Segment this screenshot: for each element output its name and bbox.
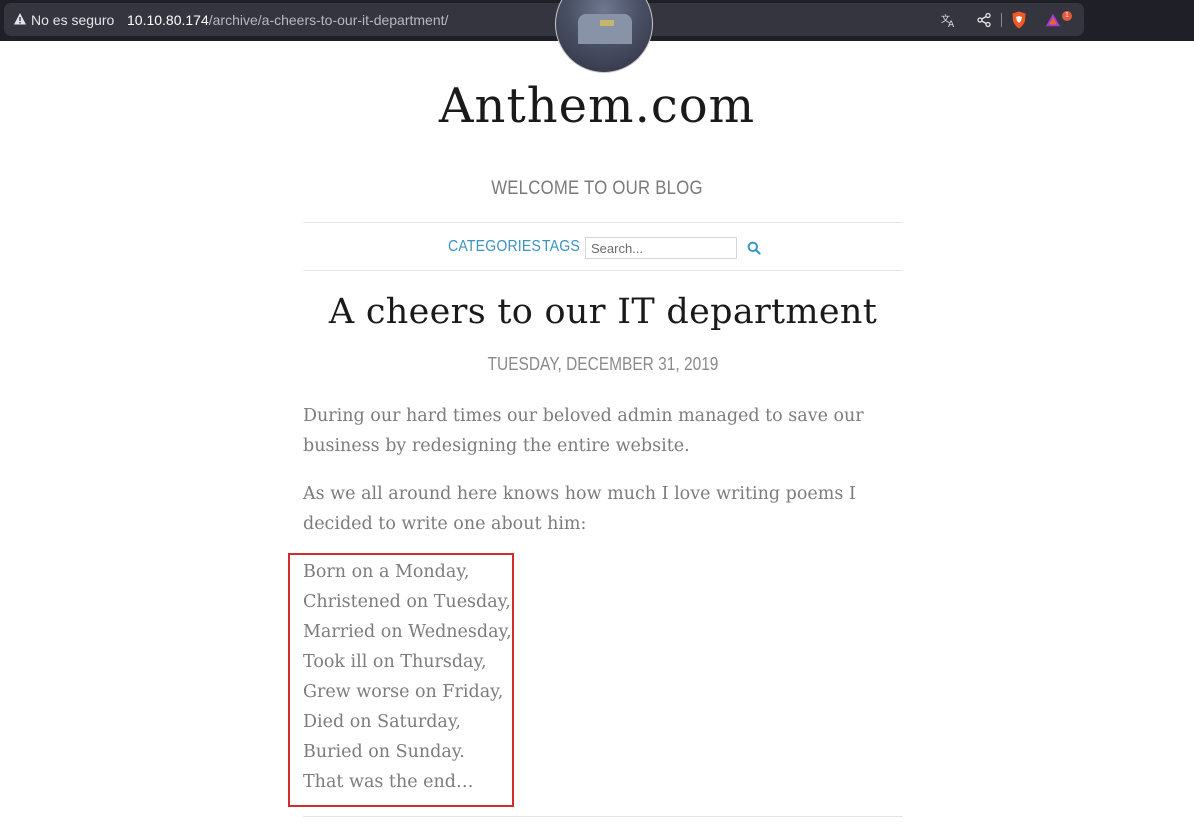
poem-line: Took ill on Thursday, [303,652,487,672]
url-host: 10.10.80.174 [127,12,209,28]
poem-line: Born on a Monday, [303,562,470,582]
post-title: A cheers to our IT department [328,292,878,332]
share-icon[interactable] [976,12,992,28]
poem-line: That was the end… [303,772,474,792]
svg-text:A: A [948,20,955,28]
toolbar-separator [1001,13,1002,27]
security-status-label[interactable]: No es seguro [31,12,114,28]
post-bottom-divider [303,816,903,817]
nav-tags-link[interactable]: TAGS [542,238,580,256]
brave-rewards-icon[interactable] [1045,12,1061,28]
site-title[interactable]: Anthem.com [0,78,1194,134]
url-path: /archive/a-cheers-to-our-it-department/ [208,12,449,28]
poem-line: Grew worse on Friday, [303,682,504,702]
site-tagline: WELCOME TO OUR BLOG [491,178,703,199]
translate-icon[interactable]: 文 A [941,12,957,28]
nav-categories-link[interactable]: CATEGORIES [448,238,541,256]
poem-line: Christened on Tuesday, [303,592,511,612]
nav-top-divider [303,222,903,223]
poem-line: Married on Wednesday, [303,622,512,642]
address-bar[interactable]: No es seguro 10.10.80.174/archive/a-chee… [4,3,1084,36]
avatar-logo-mark [600,20,614,26]
post-paragraph-1: During our hard times our beloved admin … [303,406,864,456]
poem: Born on a Monday, Christened on Tuesday,… [303,557,512,797]
poem-line: Died on Saturday, [303,712,461,732]
post-date: TUESDAY, DECEMBER 31, 2019 [487,354,719,374]
search-button[interactable] [746,241,762,257]
warning-icon[interactable] [13,12,27,26]
brave-shield-icon[interactable] [1011,11,1027,29]
notification-badge: 1 [1062,11,1072,21]
poem-line: Buried on Sunday. [303,742,465,762]
nav-bottom-divider [303,270,903,271]
url-text[interactable]: 10.10.80.174/archive/a-cheers-to-our-it-… [127,12,448,28]
post-paragraph-2: As we all around here knows how much I l… [303,484,856,534]
search-icon [747,241,761,258]
search-input[interactable] [585,237,737,259]
author-avatar [555,0,653,73]
avatar-shirt [578,14,632,44]
